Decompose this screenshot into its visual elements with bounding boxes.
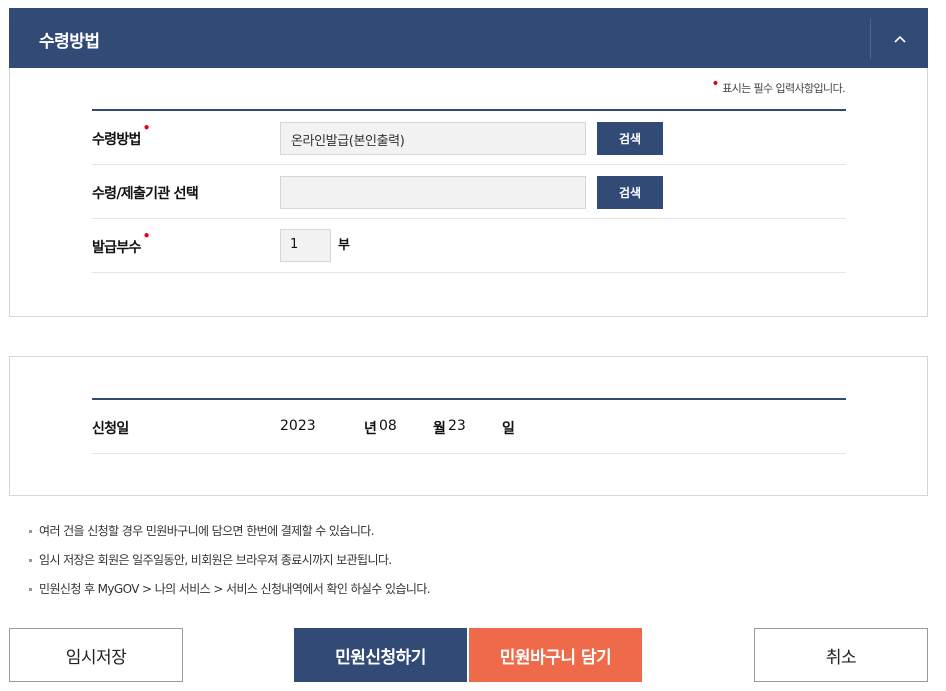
agency-field[interactable]	[280, 176, 586, 209]
required-note: • 표시는 필수 입력사항입니다.	[711, 76, 845, 95]
apply-month: 08	[379, 418, 397, 434]
method-row: 수령방법 • 온라인발급(본인출력) 검색	[92, 111, 846, 165]
copies-unit: 부	[338, 238, 350, 253]
apply-button[interactable]: 민원신청하기	[294, 628, 467, 682]
section-title: 수령방법	[39, 32, 100, 52]
apply-date-row: 신청일 2023 년 08 월 23 일	[92, 400, 846, 454]
temp-save-button[interactable]: 임시저장	[9, 628, 183, 682]
required-mark-icon: •	[142, 229, 151, 243]
apply-date-table: 신청일 2023 년 08 월 23 일	[92, 398, 846, 454]
notice-list: 여러 건을 신청할 경우 민원바구니에 담으면 한번에 결제할 수 있습니다. …	[29, 521, 431, 608]
method-search-button[interactable]: 검색	[597, 122, 663, 155]
required-mark-icon: •	[142, 121, 151, 135]
agency-row: 수령/제출기관 선택 검색	[92, 165, 846, 219]
year-unit: 년	[364, 421, 377, 437]
notice-item: 여러 건을 신청할 경우 민원바구니에 담으면 한번에 결제할 수 있습니다.	[29, 521, 430, 550]
copies-row: 발급부수 • 1 부	[92, 219, 846, 273]
chevron-up-icon	[893, 35, 906, 43]
notice-item: 임시 저장은 회원은 일주일동안, 비회원은 브라우져 종료시까지 보관됩니다.	[29, 550, 430, 579]
copies-label: 발급부수 •	[92, 229, 150, 256]
day-unit: 일	[502, 421, 515, 437]
section-header: 수령방법	[9, 8, 928, 69]
notice-item: 민원신청 후 MyGOV > 나의 서비스 > 서비스 신청내역에서 확인 하실…	[29, 579, 431, 608]
collapse-toggle-button[interactable]	[871, 8, 928, 69]
agency-search-button[interactable]: 검색	[597, 176, 663, 209]
copies-input[interactable]: 1	[280, 229, 331, 262]
apply-year: 2023	[280, 418, 316, 434]
receipt-method-panel: • 표시는 필수 입력사항입니다. 수령방법 • 온라인발급(본인출력) 검색 수령…	[9, 68, 928, 317]
agency-label: 수령/제출기관 선택	[92, 186, 199, 202]
method-field[interactable]: 온라인발급(본인출력)	[280, 122, 586, 155]
apply-day: 23	[448, 418, 466, 434]
method-label: 수령방법 •	[92, 121, 150, 148]
receipt-form: 수령방법 • 온라인발급(본인출력) 검색 수령/제출기관 선택 검색 발급부수 •…	[92, 109, 846, 273]
cancel-button[interactable]: 취소	[754, 628, 928, 682]
apply-date-panel: 신청일 2023 년 08 월 23 일	[9, 356, 928, 496]
apply-date-label: 신청일	[92, 421, 129, 437]
month-unit: 월	[433, 421, 446, 437]
add-to-basket-button[interactable]: 민원바구니 담기	[469, 628, 642, 682]
required-dot-icon: •	[711, 76, 720, 92]
